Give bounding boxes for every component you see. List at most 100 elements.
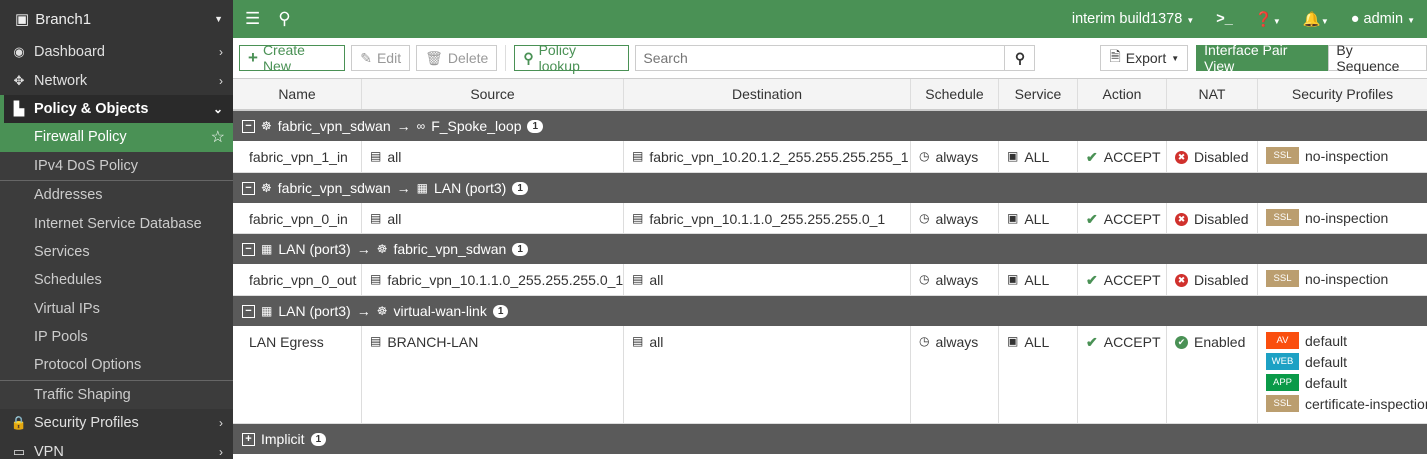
profile-tag: SSL bbox=[1266, 147, 1299, 164]
column-header-service[interactable]: Service bbox=[999, 79, 1078, 109]
profile-entry[interactable]: APP default bbox=[1266, 374, 1427, 391]
profile-entry[interactable]: SSL certificate-inspection bbox=[1266, 395, 1427, 412]
interface-icon: ∞ bbox=[416, 119, 426, 133]
policy-name[interactable]: fabric_vpn_1_in bbox=[249, 149, 348, 165]
expand-icon[interactable]: + bbox=[242, 432, 255, 446]
group-row-implicit[interactable]: + Implicit 1 bbox=[233, 424, 1427, 454]
arrow-right-icon: → bbox=[396, 180, 411, 196]
group-row[interactable]: − ☸ fabric_vpn_sdwan → ∞ F_Spoke_loop 1 bbox=[233, 111, 1427, 141]
collapse-icon[interactable]: − bbox=[242, 304, 255, 318]
collapse-icon[interactable]: − bbox=[242, 242, 255, 256]
build-menu[interactable]: interim build1378 ▼ bbox=[1072, 11, 1194, 27]
profile-tag: AV bbox=[1266, 332, 1299, 349]
sidebar-item-ipv4-dos-policy[interactable]: IPv4 DoS Policy bbox=[0, 151, 233, 180]
user-menu[interactable]: ● admin ▼ bbox=[1351, 11, 1415, 27]
sidebar-item-ip-pools[interactable]: IP Pools bbox=[0, 322, 233, 352]
search-icon[interactable]: ⚲ bbox=[278, 9, 290, 29]
table-row[interactable]: fabric_vpn_0_out ▤ fabric_vpn_10.1.1.0_25… bbox=[233, 264, 1427, 296]
policy-name[interactable]: LAN Egress bbox=[249, 334, 324, 350]
profile-entry[interactable]: SSL no-inspection bbox=[1266, 270, 1388, 287]
interface-pair-view-button[interactable]: Interface Pair View bbox=[1196, 42, 1329, 74]
group-row[interactable]: − ☸ fabric_vpn_sdwan → ▦ LAN (port3) 1 bbox=[233, 173, 1427, 203]
profile-entry[interactable]: SSL no-inspection bbox=[1266, 147, 1388, 164]
sidebar-item-schedules[interactable]: Schedules bbox=[0, 266, 233, 295]
search-input[interactable] bbox=[636, 46, 1005, 70]
sidebar-item-services[interactable]: Services bbox=[0, 237, 233, 267]
table-row[interactable]: fabric_vpn_1_in ▤ all ▤ fabric_vpn_10.20.1… bbox=[233, 141, 1427, 173]
create-new-button[interactable]: + Create New bbox=[239, 42, 346, 74]
interface-icon: ▦ bbox=[261, 242, 273, 256]
sidebar-item-internet-service-database[interactable]: Internet Service Database bbox=[0, 209, 233, 238]
table-row[interactable]: fabric_vpn_0_in ▤ all ▤ fabric_vpn_10.1.1.… bbox=[233, 203, 1427, 234]
divider bbox=[505, 45, 507, 71]
by-sequence-button[interactable]: By Sequence bbox=[1328, 42, 1427, 74]
count-badge: 1 bbox=[512, 181, 528, 195]
column-header-name[interactable]: Name bbox=[233, 79, 362, 109]
policy-lookup-button[interactable]: ⚲ Policy lookup bbox=[514, 42, 630, 74]
profile-entry[interactable]: AV default bbox=[1266, 332, 1427, 349]
sidebar-item-protocol-options[interactable]: Protocol Options bbox=[0, 351, 233, 380]
edit-button[interactable]: ✎ Edit bbox=[351, 45, 411, 71]
interface-icon: ☸ bbox=[376, 304, 388, 318]
column-header-action[interactable]: Action bbox=[1078, 79, 1167, 109]
column-header-destination[interactable]: Destination bbox=[624, 79, 911, 109]
interface-icon: ▦ bbox=[416, 181, 428, 195]
chevron-right-icon: › bbox=[219, 416, 223, 431]
column-header-security-profiles[interactable]: Security Profiles bbox=[1258, 79, 1427, 109]
collapse-icon[interactable]: − bbox=[242, 181, 255, 195]
group-row[interactable]: − ▦ LAN (port3) → ☸ virtual-wan-link 1 bbox=[233, 296, 1427, 326]
x-circle-icon: ✖ bbox=[1175, 213, 1188, 226]
toolbar: + Create New ✎ Edit 🗑 Delete ⚲ Policy lookup… bbox=[233, 38, 1427, 78]
check-icon: ✔ bbox=[1086, 272, 1098, 288]
chevron-down-icon: ⌄ bbox=[212, 101, 223, 116]
dashboard-icon: ◉ bbox=[13, 44, 25, 60]
sidebar-item-firewall-policy[interactable]: Firewall Policy ☆ bbox=[0, 123, 233, 152]
cli-console-icon[interactable]: >_ bbox=[1216, 11, 1233, 27]
profile-tag: APP bbox=[1266, 374, 1299, 391]
help-icon[interactable]: ❓▼ bbox=[1255, 11, 1281, 28]
interface-icon: ☸ bbox=[376, 242, 388, 256]
table-row[interactable]: LAN Egress ▤ BRANCH-LAN ▤ all ◷ always ▣ ALL… bbox=[233, 326, 1427, 424]
collapse-icon[interactable]: − bbox=[242, 119, 255, 133]
address-icon: ▤ bbox=[370, 272, 382, 286]
delete-button[interactable]: 🗑 Delete bbox=[416, 45, 498, 71]
lock-icon: 🔒 bbox=[10, 415, 28, 431]
sidebar-item-policy-objects[interactable]: ▙ Policy & Objects ⌄ bbox=[0, 94, 233, 124]
search-button[interactable]: ⚲ bbox=[1004, 46, 1034, 70]
bell-icon[interactable]: 🔔▼ bbox=[1303, 11, 1329, 28]
address-icon: ▤ bbox=[632, 272, 644, 286]
sidebar-item-network[interactable]: ✥ Network › bbox=[0, 66, 233, 94]
schedule-icon: ◷ bbox=[919, 211, 930, 225]
profile-entry[interactable]: SSL no-inspection bbox=[1266, 209, 1388, 226]
sidebar-item-traffic-shaping[interactable]: Traffic Shaping bbox=[0, 380, 233, 410]
chevron-right-icon: › bbox=[219, 73, 223, 88]
profile-entry[interactable]: WEB default bbox=[1266, 353, 1427, 370]
export-button[interactable]: 🗎 Export ▼ bbox=[1100, 45, 1189, 71]
sidebar-item-addresses[interactable]: Addresses bbox=[0, 180, 233, 210]
column-header-schedule[interactable]: Schedule bbox=[911, 79, 999, 109]
sidebar-item-vpn[interactable]: ▭ VPN › bbox=[0, 437, 233, 465]
arrow-right-icon: → bbox=[356, 241, 371, 257]
top-bar: ☰ ⚲ interim build1378 ▼ >_ ❓▼ 🔔▼ ● admin … bbox=[233, 0, 1427, 38]
search-icon: ⚲ bbox=[523, 49, 534, 66]
sidebar-item-dashboard[interactable]: ◉ Dashboard › bbox=[0, 38, 233, 66]
menu-icon[interactable]: ☰ bbox=[245, 9, 260, 29]
policy-name[interactable]: fabric_vpn_0_out bbox=[249, 272, 356, 288]
group-row[interactable]: − ▦ LAN (port3) → ☸ fabric_vpn_sdwan 1 bbox=[233, 234, 1427, 264]
check-icon: ✔ bbox=[1086, 149, 1098, 165]
profile-tag: WEB bbox=[1266, 353, 1299, 370]
device-selector[interactable]: ▣ Branch1 ▼ bbox=[0, 0, 233, 38]
policy-table: Name Source Destination Schedule Service Acti… bbox=[233, 78, 1427, 459]
policy-name[interactable]: fabric_vpn_0_in bbox=[249, 211, 348, 227]
service-icon: ▣ bbox=[1007, 149, 1019, 163]
sidebar-item-virtual-ips[interactable]: Virtual IPs bbox=[0, 294, 233, 323]
check-circle-icon: ✔ bbox=[1175, 336, 1188, 349]
star-icon[interactable]: ☆ bbox=[211, 127, 225, 147]
column-header-source[interactable]: Source bbox=[362, 79, 624, 109]
column-header-nat[interactable]: NAT bbox=[1167, 79, 1258, 109]
sidebar: ▣ Branch1 ▼ ◉ Dashboard › ✥ Network › ▙ Policy & … bbox=[0, 0, 233, 460]
service-icon: ▣ bbox=[1007, 334, 1019, 348]
sidebar-item-security-profiles[interactable]: 🔒 Security Profiles › bbox=[0, 409, 233, 437]
profile-tag: SSL bbox=[1266, 209, 1299, 226]
table-header: Name Source Destination Schedule Service Acti… bbox=[233, 78, 1427, 111]
